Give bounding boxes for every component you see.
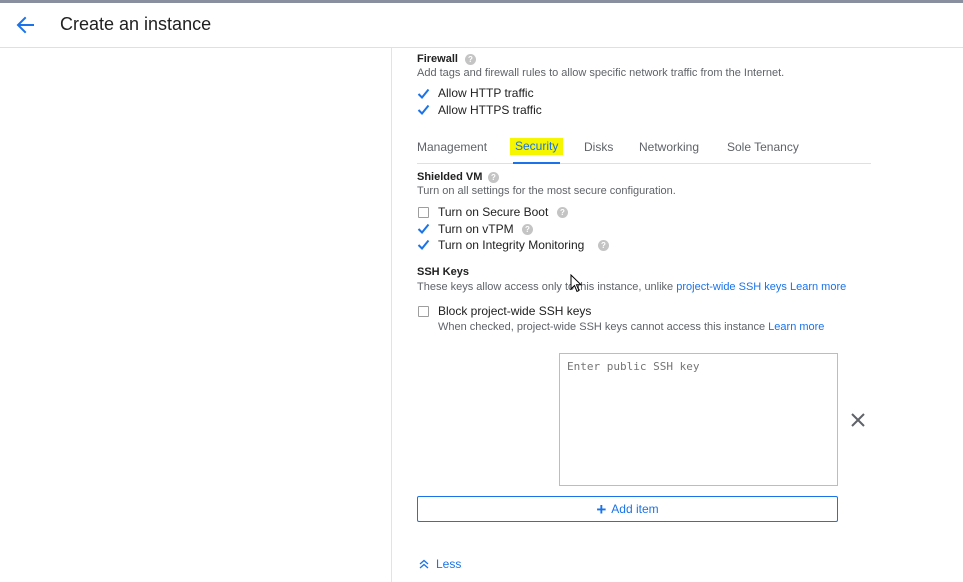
firewall-heading: Firewall xyxy=(417,53,458,65)
allow-http-checkbox[interactable] xyxy=(417,88,430,99)
double-chevron-up-icon xyxy=(419,559,429,569)
back-arrow-icon[interactable] xyxy=(12,12,38,38)
firewall-description: Add tags and firewall rules to allow spe… xyxy=(417,67,785,79)
add-item-label: Add item xyxy=(611,502,659,516)
active-tab-indicator xyxy=(513,162,560,164)
project-wide-ssh-keys-link[interactable]: project-wide SSH keys xyxy=(676,281,787,293)
page-header: Create an instance xyxy=(0,3,963,48)
tab-networking[interactable]: Networking xyxy=(639,140,699,154)
tab-security[interactable]: Security xyxy=(510,138,564,155)
ssh-keys-description: These keys allow access only to this ins… xyxy=(417,281,846,293)
mouse-cursor-icon xyxy=(570,273,584,299)
left-pane xyxy=(0,48,392,582)
ssh-keys-heading: SSH Keys xyxy=(417,266,469,278)
block-project-ssh-note: When checked, project-wide SSH keys cann… xyxy=(438,321,824,333)
tab-management[interactable]: Management xyxy=(417,140,487,154)
integrity-monitoring-checkbox[interactable] xyxy=(417,239,430,250)
integrity-monitoring-help-icon[interactable]: ? xyxy=(598,240,609,251)
shielded-vm-help-icon[interactable]: ? xyxy=(488,172,499,183)
secure-boot-checkbox[interactable] xyxy=(418,207,429,218)
shielded-vm-description: Turn on all settings for the most secure… xyxy=(417,185,676,197)
allow-https-checkbox[interactable] xyxy=(417,104,430,115)
vtpm-checkbox[interactable] xyxy=(417,223,430,234)
plus-icon: + xyxy=(596,499,607,519)
close-icon[interactable] xyxy=(850,412,866,428)
add-item-button[interactable]: + Add item xyxy=(417,496,838,522)
less-label: Less xyxy=(436,557,462,571)
secure-boot-label[interactable]: Turn on Secure Boot xyxy=(438,205,548,219)
page-title: Create an instance xyxy=(60,14,212,34)
block-project-ssh-checkbox[interactable] xyxy=(418,306,429,317)
secure-boot-help-icon[interactable]: ? xyxy=(557,207,568,218)
firewall-help-icon[interactable]: ? xyxy=(465,54,476,65)
block-learn-more-link[interactable]: Learn more xyxy=(768,321,824,333)
vtpm-help-icon[interactable]: ? xyxy=(522,224,533,235)
block-note-text: When checked, project-wide SSH keys cann… xyxy=(438,321,766,333)
tabs-divider xyxy=(417,163,871,164)
ssh-learn-more-link[interactable]: Learn more xyxy=(790,281,846,293)
ssh-keys-description-text: These keys allow access only to this ins… xyxy=(417,281,674,293)
less-toggle[interactable]: Less xyxy=(418,557,461,571)
ssh-key-input[interactable] xyxy=(559,353,838,486)
shielded-vm-heading: Shielded VM xyxy=(417,171,483,183)
allow-http-label[interactable]: Allow HTTP traffic xyxy=(438,86,534,100)
tab-sole-tenancy[interactable]: Sole Tenancy xyxy=(727,140,799,154)
block-project-ssh-label[interactable]: Block project-wide SSH keys xyxy=(438,304,591,318)
tab-disks[interactable]: Disks xyxy=(584,140,613,154)
allow-https-label[interactable]: Allow HTTPS traffic xyxy=(438,103,542,117)
vtpm-label[interactable]: Turn on vTPM xyxy=(438,222,514,236)
integrity-monitoring-label[interactable]: Turn on Integrity Monitoring xyxy=(438,238,584,252)
